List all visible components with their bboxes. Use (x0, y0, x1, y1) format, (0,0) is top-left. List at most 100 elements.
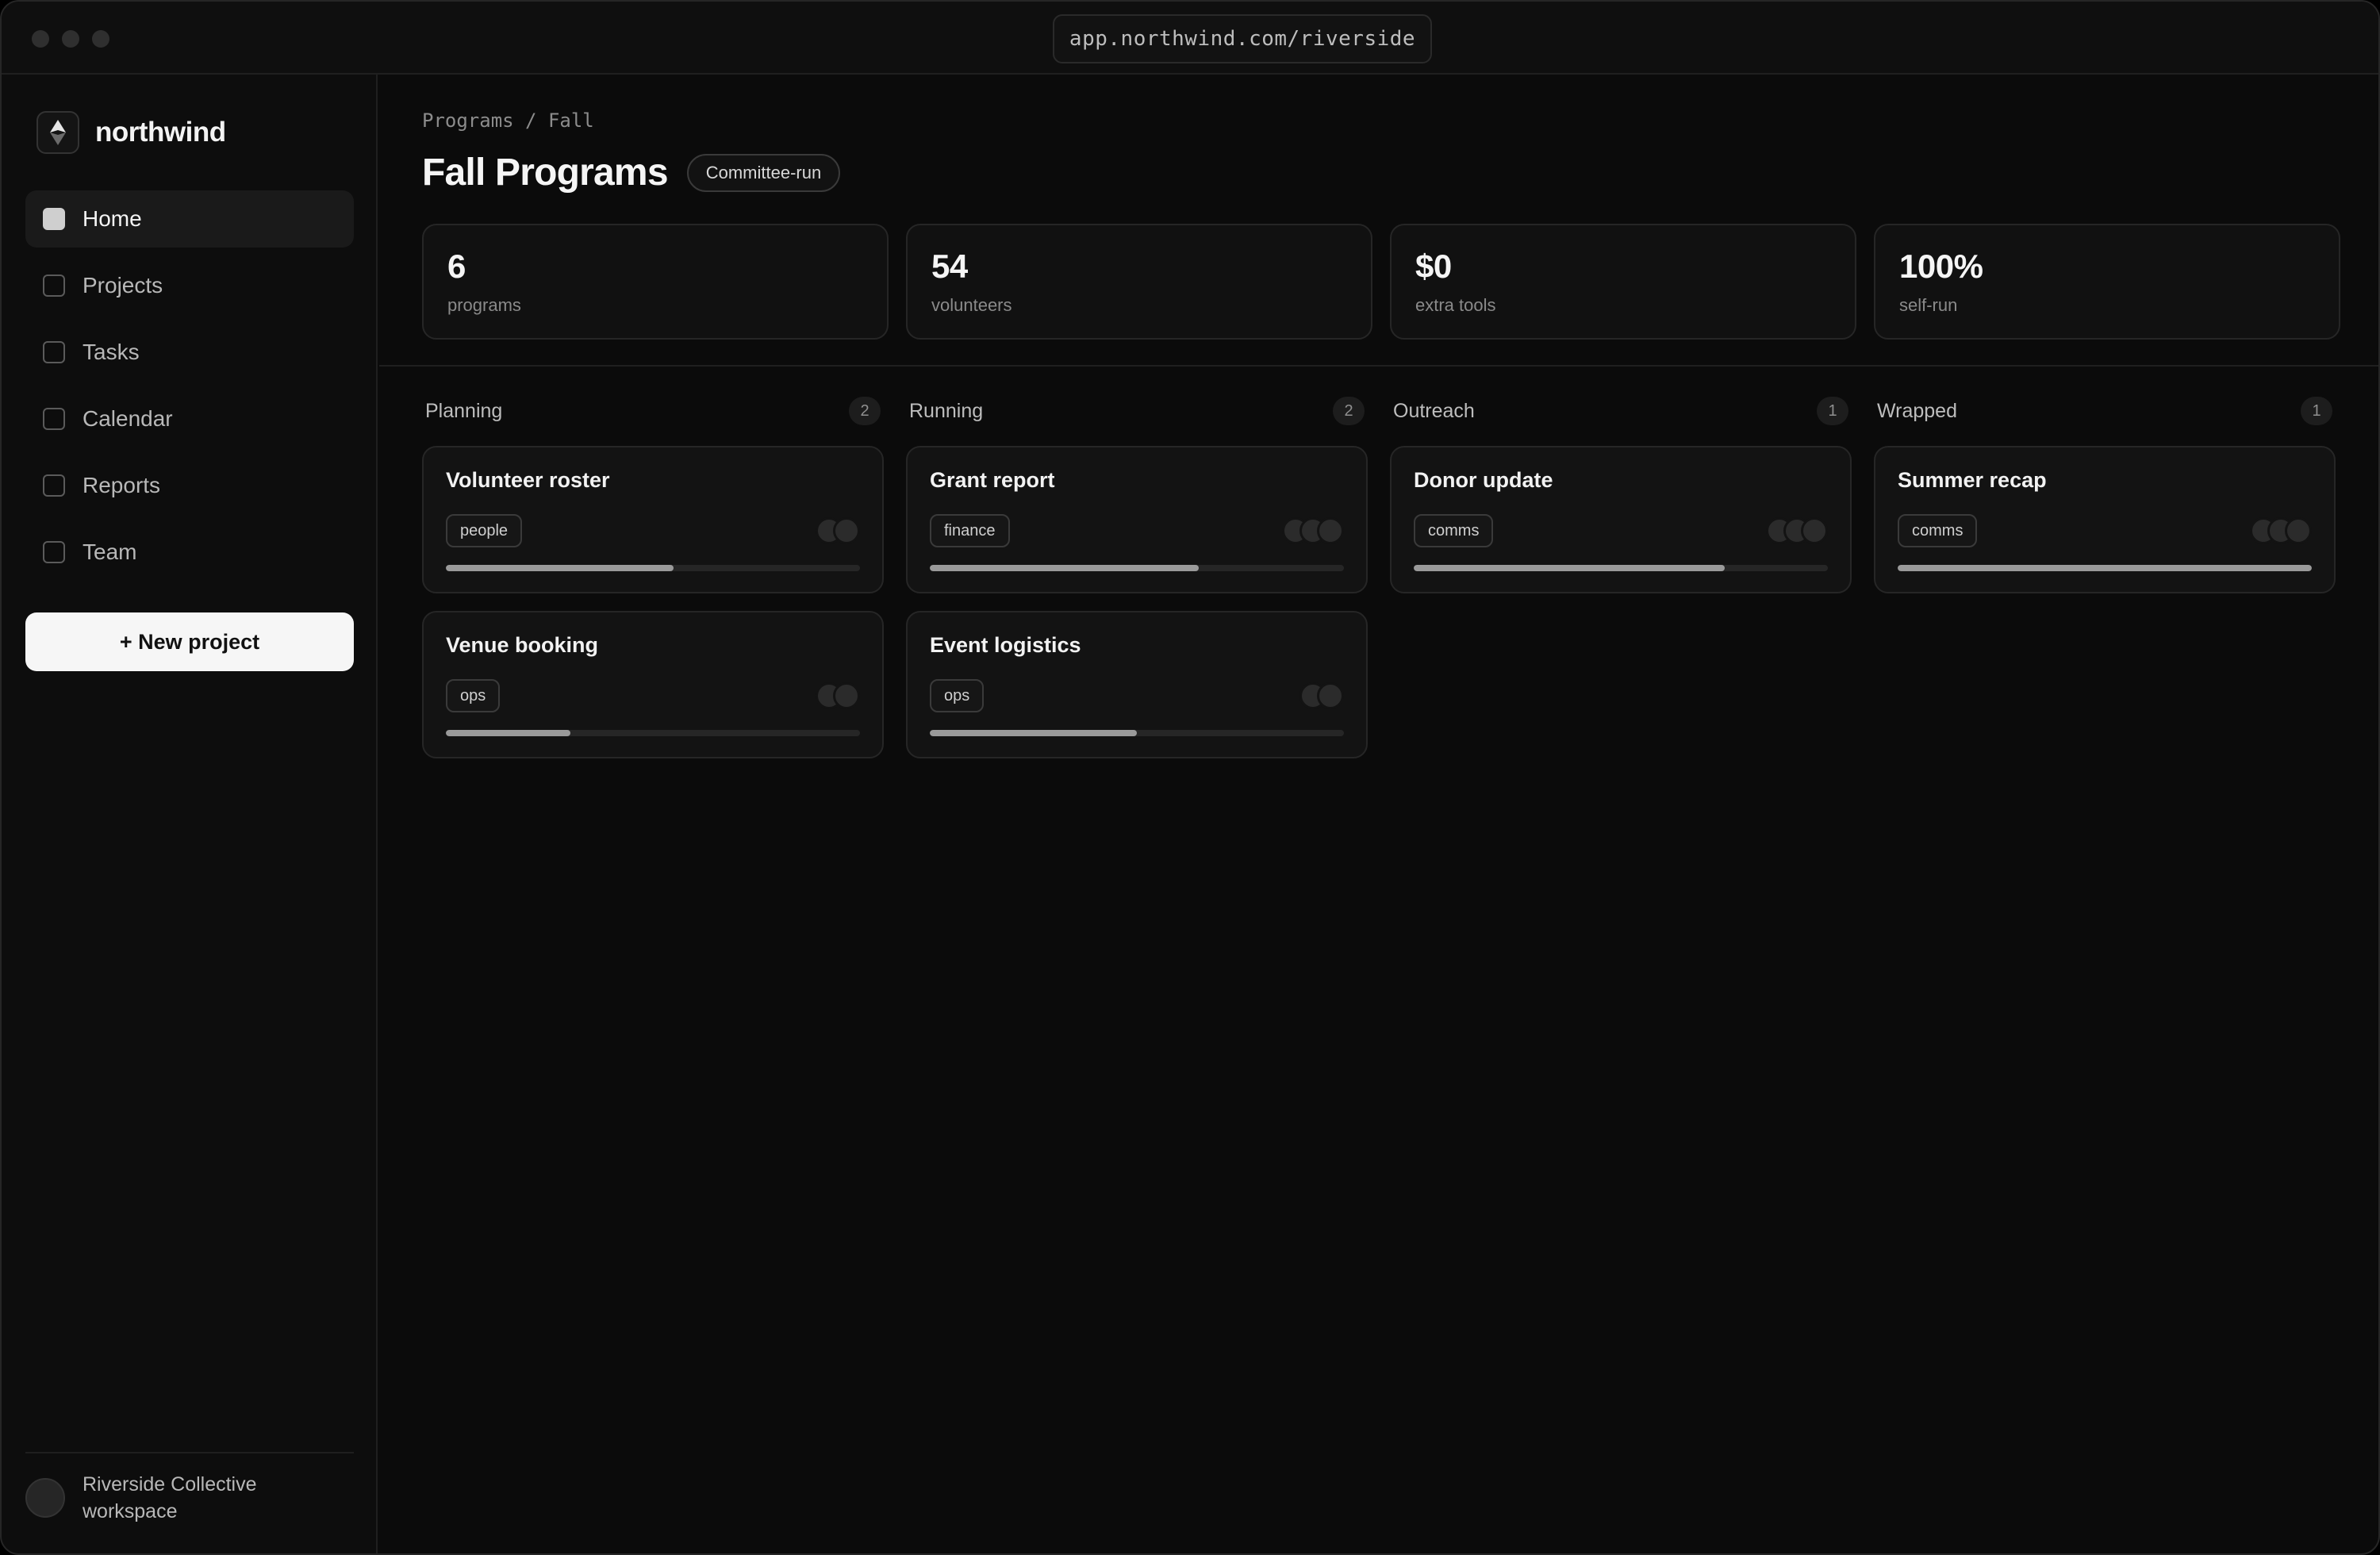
card-title: Event logistics (930, 633, 1081, 657)
kanban-board: Planning 2 Volunteer roster people Venue boo… (422, 395, 2336, 776)
workspace-type: workspace (83, 1500, 178, 1522)
progress-bar (930, 730, 1344, 736)
card-tag[interactable]: ops (446, 679, 501, 712)
brand[interactable]: northwind (36, 111, 226, 154)
avatar[interactable] (833, 682, 860, 709)
sidebar-item-label: Reports (83, 473, 161, 497)
progress-fill (1414, 565, 1725, 571)
card-tag[interactable]: finance (930, 514, 1010, 547)
card-title: Summer recap (1898, 468, 2047, 492)
card-tag[interactable]: comms (1414, 514, 1494, 547)
sidebar-item-label: Projects (83, 273, 163, 298)
column-count-badge: 1 (1817, 397, 1848, 425)
new-project-button[interactable]: + New project (25, 612, 354, 671)
sidebar: northwind Home Projects Tasks Calendar R… (2, 75, 378, 1553)
sidebar-item-label: Home (83, 206, 142, 231)
assignee-avatars (1299, 682, 1344, 709)
avatar[interactable] (833, 517, 860, 544)
stat-label: programs (447, 295, 521, 315)
card-tag[interactable]: ops (930, 679, 985, 712)
column-title: Running (909, 399, 984, 422)
progress-fill (1898, 565, 2312, 571)
project-card[interactable]: Grant report finance (906, 446, 1368, 593)
sidebar-item-home[interactable]: Home (25, 190, 354, 248)
brand-name: northwind (95, 117, 226, 148)
progress-fill (446, 565, 674, 571)
card-title: Donor update (1414, 468, 1553, 492)
stat-value: 54 (931, 248, 968, 285)
projects-icon (43, 275, 65, 297)
project-card[interactable]: Donor update comms (1390, 446, 1852, 593)
stat-label: extra tools (1415, 295, 1496, 315)
progress-bar (930, 565, 1344, 571)
progress-fill (446, 730, 570, 736)
stat-value: 6 (447, 248, 466, 285)
workspace-name: Riverside Collective (83, 1473, 257, 1495)
board-column-wrapped: Wrapped 1 Summer recap comms (1874, 395, 2336, 776)
minimize-window-button[interactable] (62, 30, 79, 48)
calendar-icon (43, 408, 65, 430)
board-column-outreach: Outreach 1 Donor update comms (1390, 395, 1852, 776)
avatar[interactable] (1801, 517, 1828, 544)
assignee-avatars (816, 517, 860, 544)
board-column-planning: Planning 2 Volunteer roster people Venue boo… (422, 395, 884, 776)
assignee-avatars (1282, 517, 1344, 544)
title-row: Fall Programs Committee-run (422, 151, 841, 194)
assignee-avatars (1766, 517, 1828, 544)
avatar[interactable] (1317, 682, 1344, 709)
column-title: Planning (425, 399, 503, 422)
home-icon (43, 208, 65, 230)
card-title: Grant report (930, 468, 1055, 492)
stat-label: self-run (1899, 295, 1958, 315)
column-count-badge: 1 (2301, 397, 2332, 425)
divider (379, 365, 2378, 367)
column-count-badge: 2 (1333, 397, 1365, 425)
sidebar-item-reports[interactable]: Reports (25, 457, 354, 514)
url-bar[interactable]: app.northwind.com/riverside (1053, 14, 1432, 63)
stat-card-programs: 6 programs (422, 224, 889, 340)
card-tag[interactable]: comms (1898, 514, 1978, 547)
avatar[interactable] (2285, 517, 2312, 544)
progress-fill (930, 565, 1200, 571)
sidebar-item-label: Calendar (83, 406, 173, 431)
column-count-badge: 2 (849, 397, 881, 425)
workspace-avatar (25, 1478, 65, 1518)
project-card[interactable]: Volunteer roster people (422, 446, 884, 593)
stat-card-self-run: 100% self-run (1874, 224, 2340, 340)
card-tag[interactable]: people (446, 514, 523, 547)
project-card[interactable]: Event logistics ops (906, 611, 1368, 758)
window-controls (32, 30, 109, 48)
sidebar-item-label: Team (83, 539, 137, 564)
stat-label: volunteers (931, 295, 1012, 315)
sidebar-item-team[interactable]: Team (25, 524, 354, 581)
column-title: Outreach (1393, 399, 1475, 422)
progress-bar (446, 730, 860, 736)
card-title: Venue booking (446, 633, 599, 657)
maximize-window-button[interactable] (92, 30, 109, 48)
column-header: Planning 2 (422, 395, 884, 427)
sidebar-item-label: Tasks (83, 340, 140, 364)
stat-card-volunteers: 54 volunteers (906, 224, 1372, 340)
workspace-switcher[interactable]: Riverside Collective workspace (25, 1471, 257, 1525)
team-icon (43, 541, 65, 563)
close-window-button[interactable] (32, 30, 49, 48)
breadcrumb[interactable]: Programs / Fall (422, 109, 594, 132)
progress-bar (1898, 565, 2312, 571)
board-column-running: Running 2 Grant report finance Event logisti… (906, 395, 1368, 776)
avatar[interactable] (1317, 517, 1344, 544)
reports-icon (43, 474, 65, 497)
progress-bar (1414, 565, 1828, 571)
assignee-avatars (816, 682, 860, 709)
sidebar-item-tasks[interactable]: Tasks (25, 324, 354, 381)
column-header: Outreach 1 (1390, 395, 1852, 427)
divider (25, 1452, 354, 1453)
sidebar-item-calendar[interactable]: Calendar (25, 390, 354, 447)
project-card[interactable]: Venue booking ops (422, 611, 884, 758)
stat-card-extra-tools: $0 extra tools (1390, 224, 1856, 340)
assignee-avatars (2250, 517, 2312, 544)
project-card[interactable]: Summer recap comms (1874, 446, 2336, 593)
column-header: Running 2 (906, 395, 1368, 427)
page-title: Fall Programs (422, 152, 669, 194)
northwind-logo-icon (36, 111, 79, 154)
sidebar-item-projects[interactable]: Projects (25, 257, 354, 314)
